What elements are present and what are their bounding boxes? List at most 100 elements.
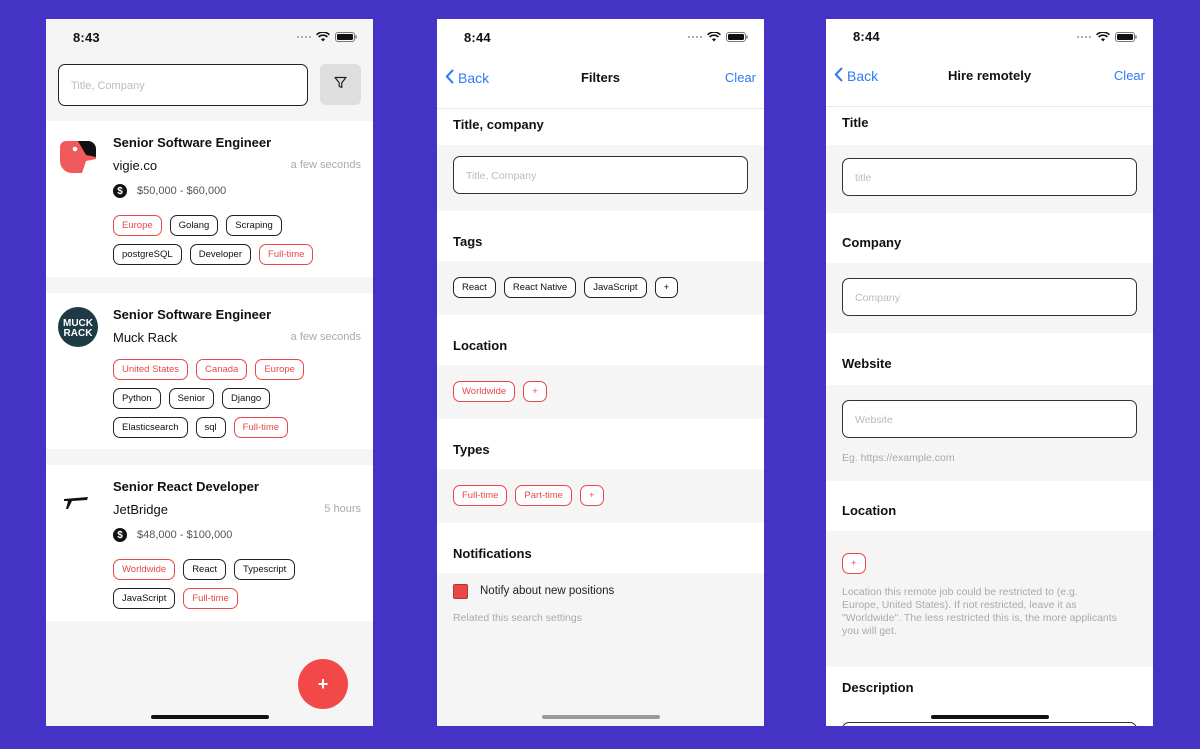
cellular-signal-icon <box>297 36 311 38</box>
svg-text:RACK: RACK <box>64 328 94 339</box>
clear-button[interactable]: Clear <box>725 70 756 85</box>
company-section: Company <box>826 263 1153 333</box>
add-type-button[interactable]: + <box>579 485 604 506</box>
tag[interactable]: Full-time <box>233 417 289 438</box>
tag-list: United States Canada Europe Python Senio… <box>113 359 304 446</box>
job-card[interactable]: MUCK RACK Senior Software Engineer Muck … <box>46 293 373 449</box>
location-help-text: Location this remote job could be restri… <box>842 586 1117 637</box>
add-job-button[interactable]: + <box>298 659 348 709</box>
battery-icon <box>1115 32 1137 42</box>
job-company: Muck Rack <box>113 330 178 345</box>
status-time: 8:44 <box>853 29 880 44</box>
notify-help-text: Related this search settings <box>453 612 582 624</box>
tag[interactable]: JavaScript <box>113 588 176 609</box>
title-section: title <box>826 145 1153 213</box>
notify-label: Notify about new positions <box>480 585 615 597</box>
tag[interactable]: postgreSQL <box>113 244 182 265</box>
dollar-icon: $ <box>113 184 127 198</box>
parrot-logo-icon <box>58 135 98 175</box>
location-worldwide[interactable]: Worldwide <box>453 381 516 402</box>
cellular-signal-icon <box>688 36 702 38</box>
section-label: Title, company <box>437 109 764 145</box>
filter-icon <box>334 76 347 94</box>
wifi-icon <box>707 32 721 42</box>
tag[interactable]: Python <box>113 388 161 409</box>
website-help-text: Eg. https://example.com <box>842 452 955 464</box>
job-card[interactable]: Senior React Developer JetBridge 5 hours… <box>46 465 373 621</box>
tag-react[interactable]: React <box>453 277 496 298</box>
tag-javascript[interactable]: JavaScript <box>584 277 647 298</box>
wifi-icon <box>316 32 330 42</box>
filters-screen: 8:44 Back Filters Clear Title, company T… <box>437 19 764 726</box>
types-section: Full-time Part-time + <box>437 469 764 523</box>
tag[interactable]: Canada <box>196 359 248 380</box>
muck-rack-logo: MUCK RACK <box>58 307 98 347</box>
tag[interactable]: Scraping <box>226 215 282 236</box>
add-location-button[interactable]: + <box>523 381 547 402</box>
tag[interactable]: sql <box>195 417 226 438</box>
tag[interactable]: Django <box>222 388 271 409</box>
tag[interactable]: Golang <box>169 215 219 236</box>
location-section: + Location this remote job could be rest… <box>826 531 1153 667</box>
page-title: Filters <box>580 70 620 85</box>
tag[interactable]: Developer <box>189 244 252 265</box>
website-input[interactable]: Website <box>842 400 1137 438</box>
tag[interactable]: Full-time <box>259 244 314 265</box>
jet-logo-icon <box>58 479 98 519</box>
job-title: Senior React Developer <box>113 479 259 494</box>
tag[interactable]: Senior <box>168 388 215 409</box>
tag[interactable]: Europe <box>113 215 162 236</box>
company-input[interactable]: Company <box>842 278 1137 316</box>
home-indicator <box>930 715 1049 719</box>
tag[interactable]: Full-time <box>183 588 238 609</box>
title-company-input[interactable]: Title, Company <box>453 156 748 194</box>
description-input[interactable] <box>842 722 1137 726</box>
cellular-signal-icon <box>1077 36 1091 38</box>
job-age: a few seconds <box>290 331 361 343</box>
nav-bar: Back Filters Clear <box>437 59 764 109</box>
job-company: vigie.co <box>113 158 158 173</box>
battery-icon <box>335 32 357 42</box>
job-company: JetBridge <box>113 502 168 517</box>
type-part-time[interactable]: Part-time <box>515 485 572 506</box>
section-label: Tags <box>437 211 764 261</box>
job-card[interactable]: Senior Software Engineer vigie.co a few … <box>46 121 373 277</box>
home-indicator <box>150 715 269 719</box>
filter-button[interactable] <box>320 64 361 105</box>
section-label: Title <box>826 107 1153 145</box>
clear-button[interactable]: Clear <box>1114 68 1145 83</box>
tag[interactable]: Typescript <box>234 559 296 580</box>
add-tag-button[interactable]: + <box>654 277 679 298</box>
section-label: Company <box>826 213 1153 263</box>
add-location-button[interactable]: + <box>842 553 866 574</box>
title-input[interactable]: title <box>842 158 1137 196</box>
title-company-section: Title, Company <box>437 145 764 211</box>
salary-text: $48,000 - $100,000 <box>137 529 233 541</box>
search-input[interactable]: Title, Company <box>58 64 308 106</box>
page-title: Hire remotely <box>947 68 1032 83</box>
section-label: Website <box>826 333 1153 385</box>
battery-icon <box>726 32 748 42</box>
tag-list: Worldwide React Typescript JavaScript Fu… <box>113 559 296 617</box>
status-time: 8:43 <box>73 30 100 45</box>
tag[interactable]: Elasticsearch <box>113 417 188 438</box>
tag[interactable]: Europe <box>255 359 304 380</box>
tag[interactable]: United States <box>113 359 189 380</box>
nav-bar: Back Hire remotely Clear <box>826 57 1153 107</box>
status-bar: 8:44 <box>437 19 764 59</box>
home-indicator <box>541 715 660 719</box>
website-section: Website Eg. https://example.com <box>826 385 1153 481</box>
type-full-time[interactable]: Full-time <box>453 485 508 506</box>
tag[interactable]: React <box>183 559 227 580</box>
job-list-screen: 8:43 Title, Company Senior Software Engi… <box>46 19 373 726</box>
section-label: Location <box>437 315 764 365</box>
tag[interactable]: Worldwide <box>113 559 176 580</box>
dollar-icon: $ <box>113 528 127 542</box>
job-age: 5 hours <box>324 503 361 515</box>
section-label: Types <box>437 419 764 469</box>
notify-checkbox[interactable] <box>453 584 468 599</box>
job-age: a few seconds <box>290 159 361 171</box>
status-bar: 8:44 <box>826 19 1153 59</box>
tag-react-native[interactable]: React Native <box>503 277 577 298</box>
job-salary: $ $48,000 - $100,000 <box>113 528 232 542</box>
